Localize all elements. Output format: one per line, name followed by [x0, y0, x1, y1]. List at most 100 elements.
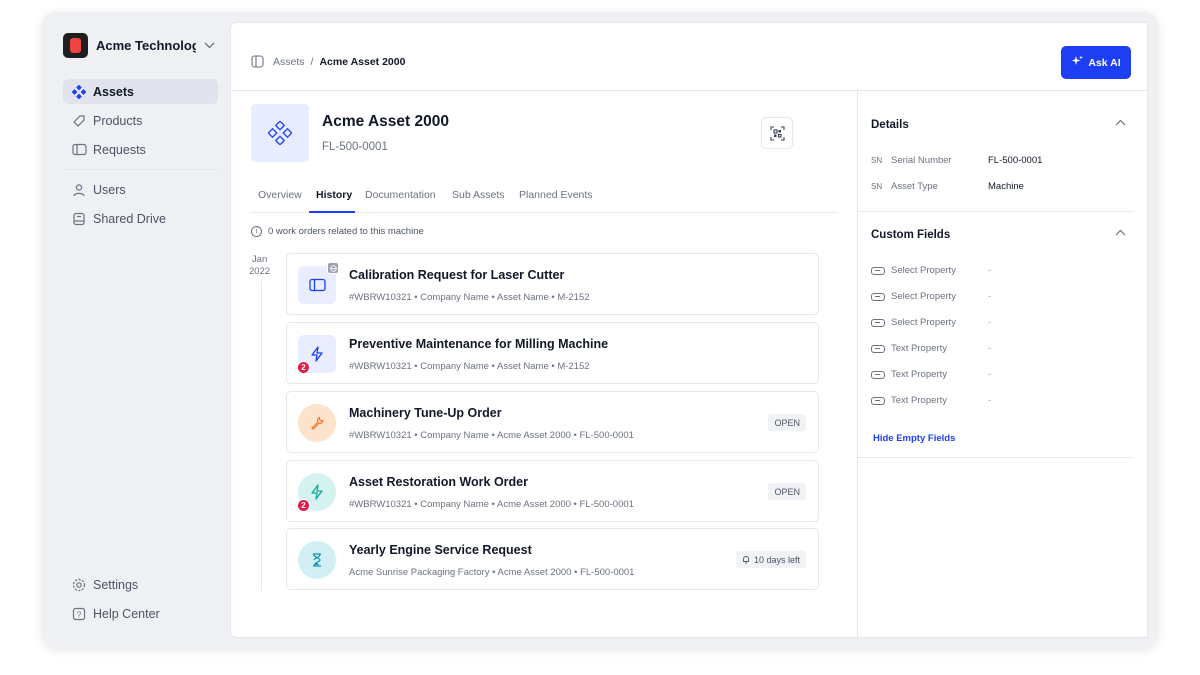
- bell-icon: [742, 555, 750, 564]
- field-label: Text Property: [891, 395, 947, 406]
- user-icon: [71, 182, 87, 198]
- custom-field-row[interactable]: Select Property: [871, 265, 956, 276]
- tab-overview[interactable]: Overview: [258, 189, 302, 201]
- work-order-title: Preventive Maintenance for Milling Machi…: [349, 337, 609, 351]
- sidebar-item-help-center[interactable]: ? Help Center: [63, 601, 218, 626]
- wrench-icon: [310, 416, 324, 430]
- field-icon: [871, 292, 885, 301]
- notification-badge: 2: [297, 499, 310, 512]
- sidebar-item-shared-drive[interactable]: Shared Drive: [63, 206, 218, 231]
- timeline-month: Jan: [251, 254, 268, 265]
- tab-documentation[interactable]: Documentation: [365, 189, 436, 201]
- info-message: i 0 work orders related to this machine: [251, 226, 424, 237]
- asset-code: FL-500-0001: [322, 141, 388, 153]
- drive-icon: [71, 211, 87, 227]
- field-value: -: [988, 317, 992, 328]
- globe-icon: [327, 262, 339, 274]
- custom-field-row[interactable]: Text Property: [871, 369, 947, 380]
- help-icon: ?: [71, 606, 87, 622]
- work-order-meta: #WBRW10321 • Company Name • Asset Name •…: [349, 361, 590, 372]
- field-label: Text Property: [891, 369, 947, 380]
- diamond-grid-icon: [268, 121, 292, 145]
- field-label: Select Property: [891, 317, 956, 328]
- tab-bar: Overview History Documentation Sub Asset…: [251, 183, 837, 213]
- custom-fields-title: Custom Fields: [871, 229, 951, 241]
- sidebar-item-users[interactable]: Users: [63, 177, 218, 202]
- chevron-up-icon[interactable]: [1115, 227, 1126, 239]
- lightning-icon: [310, 484, 324, 500]
- hide-empty-fields-link[interactable]: Hide Empty Fields: [873, 433, 955, 444]
- sidebar-item-settings[interactable]: Settings: [63, 572, 218, 597]
- field-label: Select Property: [891, 265, 956, 276]
- sidebar-item-requests[interactable]: Requests: [63, 137, 218, 162]
- qr-code-icon: [769, 125, 785, 141]
- custom-field-row[interactable]: Text Property: [871, 343, 947, 354]
- details-title: Details: [871, 119, 909, 131]
- field-value: -: [988, 395, 992, 406]
- field-icon: [871, 266, 885, 275]
- due-label: 10 days left: [753, 554, 800, 565]
- sidebar-item-label: Shared Drive: [93, 211, 166, 226]
- work-order-card[interactable]: 2 Preventive Maintenance for Milling Mac…: [286, 322, 819, 384]
- work-order-card[interactable]: Machinery Tune-Up Order #WBRW10321 • Com…: [286, 391, 819, 453]
- svg-text:?: ?: [77, 610, 82, 619]
- org-name: Acme Technologi...: [96, 37, 196, 53]
- field-value: -: [988, 369, 992, 380]
- detail-row: SN Serial Number: [871, 155, 952, 166]
- sidebar-item-products[interactable]: Products: [63, 108, 218, 133]
- custom-field-row[interactable]: Text Property: [871, 395, 947, 406]
- work-order-meta: #WBRW10321 • Company Name • Asset Name •…: [349, 292, 590, 303]
- panel-toggle-icon[interactable]: [251, 55, 264, 68]
- breadcrumb-root[interactable]: Assets: [273, 56, 305, 68]
- work-order-title: Yearly Engine Service Request: [349, 543, 532, 557]
- sidebar-item-label: Settings: [93, 577, 139, 592]
- field-icon: [871, 344, 885, 353]
- field-value: -: [988, 265, 992, 276]
- sidebar-divider: [63, 169, 218, 170]
- sidebar-item-label: Assets: [93, 84, 134, 99]
- notification-badge: 2: [297, 361, 310, 374]
- detail-value: Machine: [988, 181, 1024, 192]
- detail-value: FL-500-0001: [988, 155, 1043, 166]
- detail-row: SN Asset Type: [871, 181, 938, 192]
- work-order-icon: [298, 541, 336, 579]
- info-icon: i: [251, 226, 262, 237]
- chevron-down-icon: [204, 38, 215, 52]
- ask-ai-button[interactable]: Ask AI: [1061, 46, 1131, 79]
- field-icon: [871, 318, 885, 327]
- detail-label: Asset Type: [891, 181, 938, 192]
- tab-planned-events[interactable]: Planned Events: [519, 189, 593, 201]
- chevron-up-icon[interactable]: [1115, 117, 1126, 129]
- app-window: Acme Technologi... Assets Products Reque…: [42, 12, 1158, 648]
- breadcrumb-separator: /: [310, 55, 314, 68]
- breadcrumb-current: Acme Asset 2000: [319, 55, 406, 68]
- gear-icon: [71, 577, 87, 593]
- work-order-icon: [298, 404, 336, 442]
- work-order-card[interactable]: Calibration Request for Laser Cutter #WB…: [286, 253, 819, 315]
- sn-tag: SN: [871, 182, 883, 191]
- detail-label: Serial Number: [891, 155, 952, 166]
- tab-sub-assets[interactable]: Sub Assets: [452, 189, 505, 201]
- custom-field-row[interactable]: Select Property: [871, 291, 956, 302]
- qr-code-button[interactable]: [761, 117, 793, 149]
- work-order-title: Calibration Request for Laser Cutter: [349, 268, 565, 282]
- active-tab-indicator: [309, 211, 355, 213]
- asset-avatar: [251, 104, 309, 162]
- sidebar-item-assets[interactable]: Assets: [63, 79, 218, 104]
- status-badge: OPEN: [768, 483, 806, 500]
- sidebar-item-label: Requests: [93, 142, 146, 157]
- org-switcher[interactable]: Acme Technologi...: [63, 32, 219, 58]
- custom-field-row[interactable]: Select Property: [871, 317, 956, 328]
- breadcrumb: Assets / Acme Asset 2000: [251, 55, 405, 68]
- tab-history[interactable]: History: [316, 189, 352, 201]
- work-order-title: Machinery Tune-Up Order: [349, 406, 502, 420]
- sparkle-icon: [1071, 55, 1084, 70]
- section-divider: [858, 457, 1133, 458]
- work-order-card[interactable]: 2 Asset Restoration Work Order #WBRW1032…: [286, 460, 819, 522]
- sidebar: Acme Technologi... Assets Products Reque…: [42, 12, 230, 648]
- timeline-date: Jan 2022: [249, 254, 270, 278]
- details-panel: Details SN Serial Number FL-500-0001 SN …: [857, 91, 1147, 637]
- field-icon: [871, 370, 885, 379]
- work-order-card[interactable]: Yearly Engine Service Request Acme Sunri…: [286, 528, 819, 590]
- timeline-year: 2022: [249, 266, 271, 277]
